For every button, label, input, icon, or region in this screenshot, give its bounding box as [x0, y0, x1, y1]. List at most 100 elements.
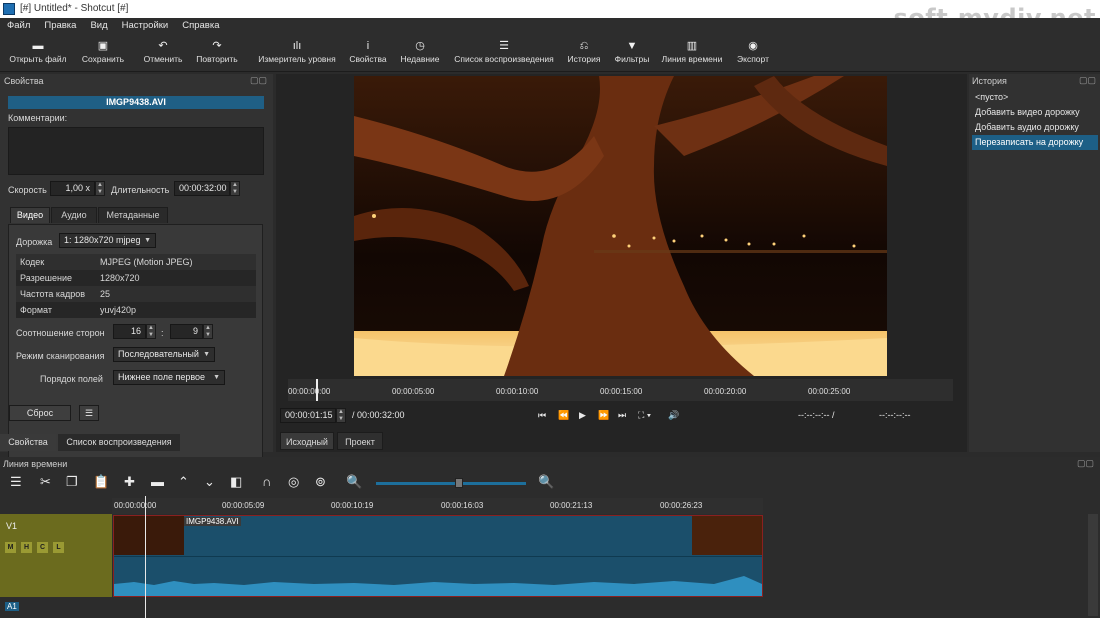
redo-button[interactable]: ↷ Повторить [192, 38, 242, 64]
mute-button[interactable]: M [5, 542, 16, 553]
timeline-clip[interactable]: IMGP9438.AVI [113, 515, 763, 597]
speed-field[interactable]: 1,00 x [50, 181, 95, 196]
track-select[interactable]: 1: 1280x720 mjpeg ▼ [59, 233, 156, 248]
video-track-header[interactable]: V1 M H C L [0, 514, 112, 597]
tab-playlist[interactable]: Список воспроизведения [58, 434, 180, 451]
export-button[interactable]: ◉ Экспорт [731, 38, 775, 64]
timeline-button[interactable]: ▥ Линия времени [659, 38, 725, 64]
ruler-tick-label: 00:00:20:00 [704, 387, 747, 396]
tab-metadata[interactable]: Метаданные [98, 207, 168, 223]
menu-help[interactable]: Справка [175, 18, 226, 31]
timeline-ruler[interactable]: 00:00:00:00 00:00:05:09 00:00:10:19 00:0… [112, 498, 763, 514]
audio-track-header[interactable]: A1 [0, 597, 112, 618]
append-icon[interactable]: ✚ [124, 475, 135, 489]
reset-button[interactable]: Сброс [9, 405, 71, 421]
scrub-icon[interactable]: ◎ [288, 475, 299, 489]
rewind-icon[interactable]: ⏪ [558, 410, 569, 421]
zoom-fit-icon[interactable]: ⛶ ▾ [638, 410, 651, 421]
history-item[interactable]: <пусто> [972, 90, 1098, 105]
fast-forward-icon[interactable]: ⏩ [598, 410, 609, 421]
properties-panel: Свойства ▢▢ IMGP9438.AVI Комментарии: Ск… [0, 74, 273, 468]
panel-float-close-icon[interactable]: ▢▢ [250, 75, 267, 86]
aspect-height-stepper[interactable]: ▲ ▼ [203, 324, 213, 339]
ripple-icon[interactable]: ⊚ [315, 475, 326, 489]
lift-icon[interactable]: ⌃ [178, 475, 189, 489]
panel-float-close-icon[interactable]: ▢▢ [1079, 75, 1096, 86]
ruler-tick-label: 00:00:00:00 [114, 501, 157, 510]
menu-icon[interactable]: ☰ [79, 405, 99, 421]
history-button[interactable]: ⎌ История [563, 38, 605, 64]
cut-icon[interactable]: ✂ [40, 475, 51, 489]
field-order-select[interactable]: Нижнее поле первое ▼ [113, 370, 225, 385]
position-field[interactable]: 00:00:01:15 [280, 408, 336, 423]
clip-divider [114, 556, 762, 557]
menu-settings[interactable]: Настройки [115, 18, 176, 31]
ruler-tick-label: 00:00:21:13 [550, 501, 593, 510]
hide-button[interactable]: H [21, 542, 32, 553]
tab-video[interactable]: Видео [10, 207, 50, 223]
paste-icon[interactable]: 📋 [93, 475, 109, 489]
table-row: Разрешение 1280x720 [16, 270, 256, 286]
zoom-slider[interactable] [376, 482, 526, 485]
clip-filename: IMGP9438.AVI [8, 96, 264, 109]
table-row: Частота кадров 25 [16, 286, 256, 302]
undo-button[interactable]: ↶ Отменить [138, 38, 188, 64]
scan-mode-select[interactable]: Последовательный ▼ [113, 347, 215, 362]
copy-icon[interactable]: ❐ [66, 475, 78, 489]
timeline-scrollbar[interactable] [1088, 514, 1098, 616]
properties-button[interactable]: i Свойства [344, 38, 392, 64]
skip-previous-icon[interactable]: ⏮ [538, 410, 546, 421]
ruler-tick-label: 00:00:00:00 [288, 387, 331, 396]
volume-icon[interactable]: 🔊 [668, 410, 679, 421]
player-panel: 00:00:00:00 00:00:05:00 00:00:10:00 00:0… [276, 74, 967, 452]
open-file-button[interactable]: ▬ Открыть файл [6, 38, 70, 64]
playlist-button[interactable]: ☰ Список воспроизведения [450, 38, 558, 64]
title-bar: [#] Untitled* - Shotcut [#] soft.mydiv.n… [0, 0, 1100, 32]
aspect-height-field[interactable]: 9 [170, 324, 203, 339]
window-title: [#] Untitled* - Shotcut [#] [20, 3, 129, 14]
position-stepper[interactable]: ▲ ▼ [336, 408, 346, 423]
composite-button[interactable]: C [37, 542, 48, 553]
save-icon: ▣ [97, 40, 109, 52]
split-icon[interactable]: ◧ [230, 475, 242, 489]
remove-icon[interactable]: ▬ [151, 475, 164, 489]
menu-icon[interactable]: ☰ [10, 475, 22, 489]
timeline-playhead[interactable] [145, 496, 146, 618]
comments-label: Комментарии: [8, 113, 68, 123]
tab-audio[interactable]: Аудио [51, 207, 97, 223]
skip-next-icon[interactable]: ⏭ [618, 410, 626, 421]
speed-stepper[interactable]: ▲ ▼ [95, 181, 105, 196]
duration-stepper[interactable]: ▲ ▼ [230, 181, 240, 196]
history-item-selected[interactable]: Перезаписать на дорожку [972, 135, 1098, 150]
menu-file[interactable]: Файл [0, 18, 37, 31]
save-button[interactable]: ▣ Сохранить [76, 38, 130, 64]
total-duration: / 00:00:32:00 [352, 410, 405, 420]
comments-field[interactable] [8, 127, 264, 175]
filters-button[interactable]: ▼ Фильтры [610, 38, 654, 64]
history-item[interactable]: Добавить видео дорожку [972, 105, 1098, 120]
aspect-width-field[interactable]: 16 [113, 324, 146, 339]
zoom-slider-handle[interactable] [455, 478, 463, 488]
history-item[interactable]: Добавить аудио дорожку [972, 120, 1098, 135]
lock-button[interactable]: L [53, 542, 64, 553]
playhead-marker[interactable] [316, 379, 318, 401]
tab-source[interactable]: Исходный [280, 432, 334, 450]
aspect-width-stepper[interactable]: ▲ ▼ [146, 324, 156, 339]
recent-button[interactable]: ◷ Недавние [396, 38, 444, 64]
tab-properties[interactable]: Свойства [0, 434, 56, 451]
video-preview [354, 76, 887, 376]
zoom-out-icon[interactable]: 🔍 [346, 475, 362, 489]
panel-float-close-icon[interactable]: ▢▢ [1077, 458, 1094, 469]
ruler-tick-label: 00:00:16:03 [441, 501, 484, 510]
snap-icon[interactable]: ∩ [262, 475, 271, 489]
play-icon[interactable]: ▶ [579, 410, 586, 421]
audio-meter-button[interactable]: ılı Измеритель уровня [254, 38, 340, 64]
duration-field[interactable]: 00:00:32:00 [174, 181, 230, 196]
menu-edit[interactable]: Правка [37, 18, 83, 31]
zoom-in-icon[interactable]: 🔍 [538, 475, 554, 489]
player-ruler[interactable]: 00:00:00:00 00:00:05:00 00:00:10:00 00:0… [288, 379, 953, 401]
tab-project[interactable]: Проект [337, 432, 383, 450]
overwrite-icon[interactable]: ⌄ [204, 475, 215, 489]
info-icon: i [366, 40, 370, 52]
menu-view[interactable]: Вид [83, 18, 114, 31]
